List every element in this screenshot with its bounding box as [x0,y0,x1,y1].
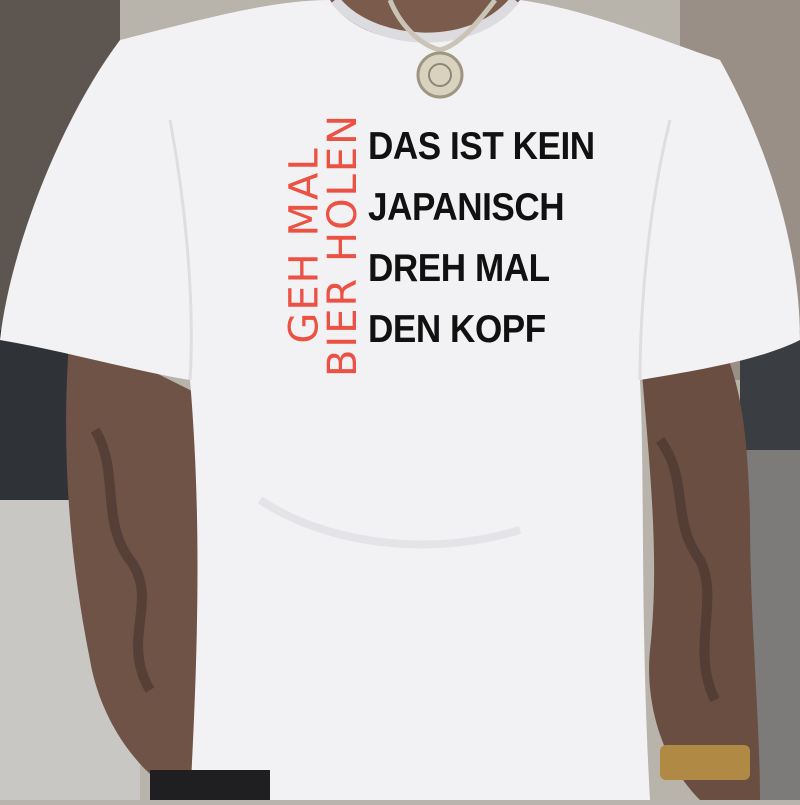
red-text-geh-mal: GEH MAL [282,146,329,344]
print-line-2: JAPANISCH [368,186,565,229]
product-photo: GEH MAL BIER HOLEN DAS IST KEIN JAPANISC… [0,0,800,800]
red-vertical-text-1: GEH MAL [282,110,329,380]
red-text-bier-holen: BIER HOLEN [320,112,366,378]
shirt-print: GEH MAL BIER HOLEN DAS IST KEIN JAPANISC… [282,110,602,390]
red-vertical-text-2: BIER HOLEN [320,110,366,380]
necklace-pendant [416,51,464,99]
trousers [150,770,270,800]
print-line-3: DREH MAL [368,247,550,290]
print-line-4: DEN KOPF [368,308,546,351]
print-line-1: DAS IST KEIN [368,125,595,168]
black-text-block: DAS IST KEIN JAPANISCH DREH MAL DEN KOPF [368,116,595,360]
wristwatch [660,745,750,780]
